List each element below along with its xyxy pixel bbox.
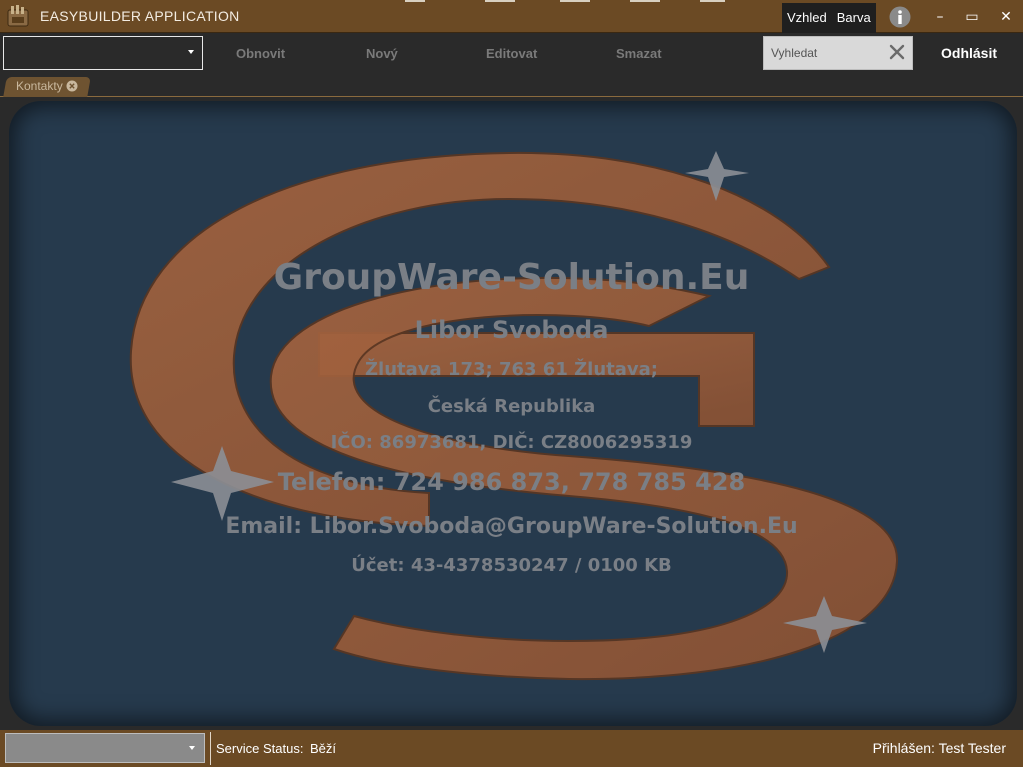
status-bar: Service Status: Běží Přihlášen: Test Tes… (0, 730, 1023, 767)
top-decoration (485, 0, 515, 2)
color-button[interactable]: Barva (831, 3, 876, 33)
new-button[interactable]: Nový (366, 46, 398, 61)
appearance-button[interactable]: Vzhled (782, 3, 832, 33)
info-icon[interactable] (888, 5, 912, 29)
company-phone: Telefon: 724 986 873, 778 785 428 (277, 468, 746, 496)
tab-close-icon[interactable] (66, 80, 78, 92)
company-account: Účet: 43-4378530247 / 0100 KB (351, 555, 672, 576)
edit-button[interactable]: Editovat (486, 46, 537, 61)
search-box (763, 36, 913, 70)
contact-person: Libor Svoboda (414, 316, 609, 344)
logout-button[interactable]: Odhlásit (941, 45, 997, 61)
content-area: GroupWare-Solution.Eu Libor Svoboda Žlut… (0, 97, 1023, 730)
title-bar: EASYBUILDER APPLICATION Vzhled Barva – ▭… (0, 0, 1023, 33)
top-decoration (560, 0, 590, 2)
logged-in-user: Přihlášen: Test Tester (872, 740, 1006, 756)
top-decoration (405, 0, 425, 2)
company-ids: IČO: 86973681, DIČ: CZ8006295319 (330, 432, 693, 453)
search-input[interactable] (764, 37, 889, 69)
app-logo-icon (7, 5, 29, 27)
maximize-icon[interactable]: ▭ (960, 6, 984, 28)
top-decoration (700, 0, 725, 2)
company-email: Email: Libor.Svoboda@GroupWare-Solution.… (225, 514, 798, 539)
dropdown-arrow-icon (189, 746, 195, 750)
module-selector[interactable] (3, 36, 203, 70)
minimize-icon[interactable]: – (928, 6, 952, 28)
company-country: Česká Republika (427, 396, 596, 417)
app-title: EASYBUILDER APPLICATION (40, 8, 240, 24)
status-selector[interactable] (5, 733, 205, 763)
service-status-label: Service Status: (216, 741, 304, 756)
status-divider (210, 732, 211, 765)
dropdown-arrow-icon (188, 50, 194, 54)
refresh-button[interactable]: Obnovit (236, 46, 285, 61)
company-name: GroupWare-Solution.Eu (273, 257, 750, 298)
tab-strip (0, 75, 1023, 97)
toolbar: Obnovit Nový Editovat Smazat Odhlásit (0, 33, 1023, 75)
search-clear-icon[interactable] (888, 43, 906, 61)
close-icon[interactable]: ✕ (994, 6, 1018, 28)
tab-contacts-label: Kontakty (16, 79, 63, 93)
company-address: Žlutava 173; 763 61 Žlutava; (365, 359, 658, 380)
delete-button[interactable]: Smazat (616, 46, 662, 61)
theme-buttons: Vzhled Barva (782, 3, 876, 33)
service-status-value: Běží (310, 741, 337, 756)
top-decoration (630, 0, 660, 2)
